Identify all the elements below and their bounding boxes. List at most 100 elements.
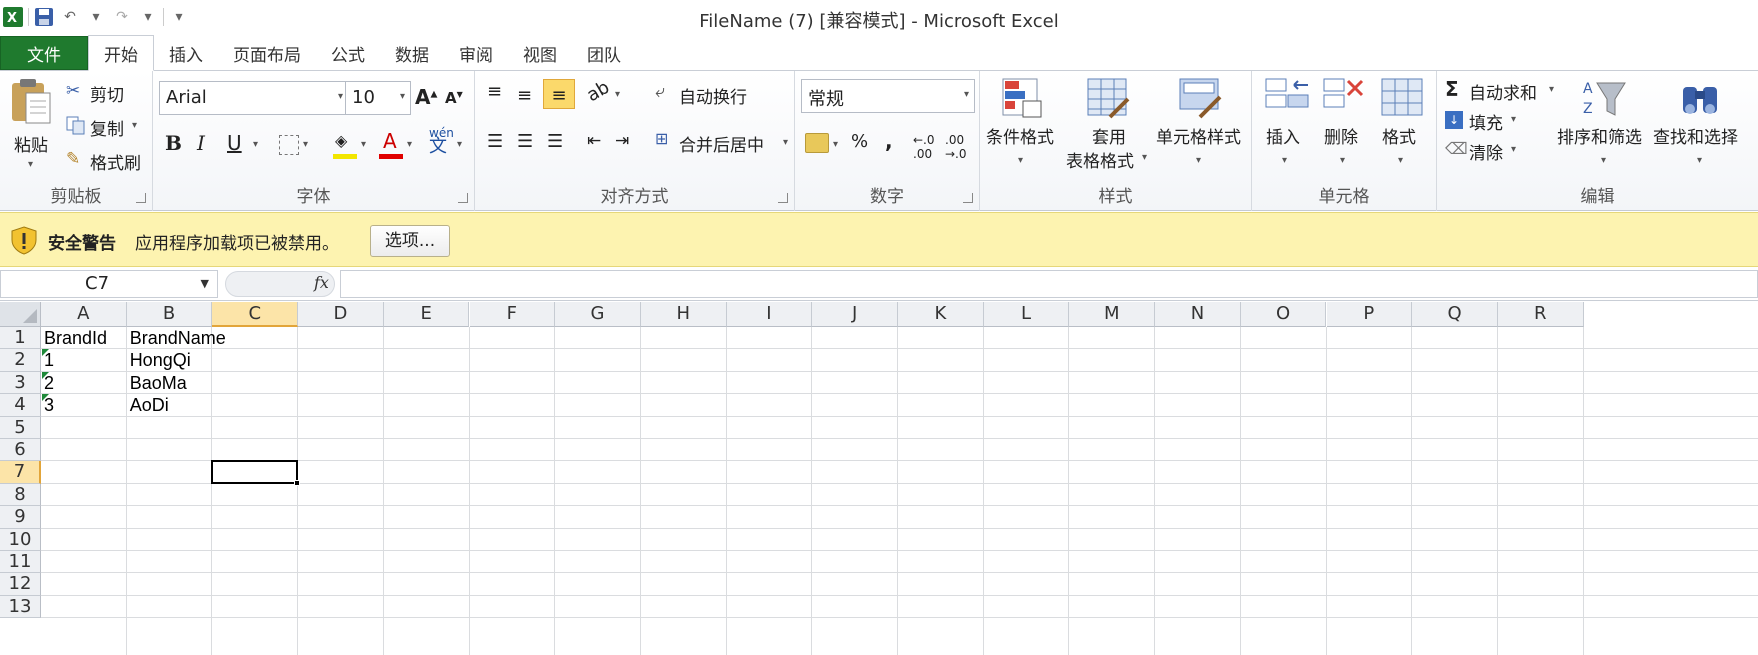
number-format-combo[interactable]: 常规 ▾ [801, 79, 975, 113]
column-header-r[interactable]: R [1497, 302, 1584, 327]
row-header-7[interactable]: 7 [0, 461, 41, 484]
cell-b3[interactable]: BaoMa [128, 372, 187, 394]
autosum-button[interactable]: Σ 自动求和 ▾ [1445, 77, 1557, 104]
insert-function-icon[interactable]: fx [314, 273, 329, 292]
worksheet-grid[interactable]: A B C D E F G H I J K L M N O P Q R 1 2 3 4 5 6 7 8 9 10 11 12 13 Brand… [0, 302, 1758, 655]
row-header-8[interactable]: 8 [0, 483, 41, 507]
sort-filter-button[interactable]: A Z 排序和筛选 ▾ [1557, 75, 1651, 185]
comma-button[interactable]: , [885, 129, 893, 153]
column-header-c[interactable]: C [212, 302, 299, 327]
copy-button[interactable]: 复制 ▾ [66, 115, 148, 140]
clear-button[interactable]: ⌫ 清除 ▾ [1445, 139, 1525, 164]
column-header-j[interactable]: J [812, 302, 898, 327]
align-bottom-icon[interactable]: ≡ [543, 79, 575, 109]
cell-b2[interactable]: HongQi [128, 349, 191, 371]
name-box[interactable]: C7 ▼ [0, 270, 218, 298]
row-header-11[interactable]: 11 [0, 551, 41, 574]
format-as-table-button[interactable]: 套用 表格格式 ▾ [1066, 75, 1152, 185]
security-options-button[interactable]: 选项... [370, 225, 450, 257]
orientation-icon[interactable]: ab [583, 77, 613, 106]
tab-insert[interactable]: 插入 [154, 37, 218, 70]
column-header-l[interactable]: L [983, 302, 1070, 327]
percent-button[interactable]: % [851, 131, 868, 152]
conditional-format-button[interactable]: 条件格式 ▾ [984, 75, 1062, 185]
number-launcher-icon[interactable] [963, 193, 973, 203]
cell-styles-button[interactable]: 单元格样式 ▾ [1152, 75, 1250, 185]
grow-font-icon[interactable]: A▲ [415, 85, 437, 109]
align-middle-icon[interactable]: ≡ [517, 85, 532, 106]
column-header-n[interactable]: N [1155, 302, 1241, 327]
tab-page-layout[interactable]: 页面布局 [218, 37, 316, 70]
row-header-10[interactable]: 10 [0, 528, 41, 551]
align-top-icon[interactable]: ≡ [487, 81, 502, 102]
column-header-d[interactable]: D [298, 302, 384, 327]
column-header-e[interactable]: E [383, 302, 470, 327]
row-header-9[interactable]: 9 [0, 506, 41, 529]
row-header-1[interactable]: 1 [0, 327, 41, 350]
fill-button[interactable]: ↓ 填充 ▾ [1445, 109, 1525, 134]
row-header-5[interactable]: 5 [0, 416, 41, 439]
active-cell-border[interactable] [211, 460, 299, 484]
tab-team[interactable]: 团队 [572, 37, 636, 70]
phonetic-icon[interactable]: wén 文 [429, 127, 454, 156]
column-header-m[interactable]: M [1069, 302, 1156, 327]
alignment-launcher-icon[interactable] [778, 193, 788, 203]
row-header-3[interactable]: 3 [0, 371, 41, 395]
merge-center-button[interactable]: ⊞ 合并后居中 ▾ [655, 129, 795, 157]
column-header-b[interactable]: B [126, 302, 213, 327]
select-all-corner[interactable] [0, 302, 41, 327]
tab-data[interactable]: 数据 [380, 37, 444, 70]
font-name-combo[interactable]: Arial ▾ [159, 81, 349, 115]
column-header-k[interactable]: K [898, 302, 984, 327]
column-header-q[interactable]: Q [1412, 302, 1498, 327]
format-painter-button[interactable]: ✎ 格式刷 [66, 149, 150, 174]
orientation-dropdown-icon[interactable]: ▾ [615, 89, 620, 100]
delete-cells-button[interactable]: 删除 ▾ [1316, 75, 1374, 185]
borders-dropdown-icon[interactable]: ▾ [303, 139, 308, 150]
row-header-4[interactable]: 4 [0, 394, 41, 417]
row-header-13[interactable]: 13 [0, 595, 41, 619]
fill-handle[interactable] [294, 479, 301, 486]
phonetic-dropdown-icon[interactable]: ▾ [457, 139, 462, 150]
underline-button[interactable]: U [227, 131, 242, 155]
font-color-icon[interactable]: A [379, 129, 405, 159]
shrink-font-icon[interactable]: A▼ [445, 89, 463, 107]
format-cells-button[interactable]: 格式 ▾ [1374, 75, 1432, 185]
column-header-a[interactable]: A [41, 302, 127, 327]
column-header-f[interactable]: F [469, 302, 556, 327]
tab-file[interactable]: 文件 [0, 36, 88, 70]
cell-a1[interactable]: BrandId [42, 327, 107, 349]
cell-b4[interactable]: AoDi [128, 394, 169, 416]
column-header-o[interactable]: O [1240, 302, 1327, 327]
cut-button[interactable]: ✂ 剪切 [66, 81, 146, 106]
align-right-icon[interactable]: ☰ [547, 131, 563, 152]
decrease-decimal-icon[interactable]: .00 →.0 [945, 133, 967, 161]
fill-color-dropdown-icon[interactable]: ▾ [361, 139, 366, 150]
row-header-6[interactable]: 6 [0, 439, 41, 462]
column-header-p[interactable]: P [1326, 302, 1413, 327]
column-header-h[interactable]: H [640, 302, 727, 327]
italic-button[interactable]: I [197, 131, 205, 155]
cell-b1[interactable]: BrandName [128, 327, 226, 349]
find-select-button[interactable]: 查找和选择 ▾ [1653, 75, 1753, 185]
paste-button[interactable]: 粘贴 ▾ [6, 75, 58, 185]
currency-dropdown-icon[interactable]: ▾ [833, 139, 838, 150]
font-color-dropdown-icon[interactable]: ▾ [407, 139, 412, 150]
decrease-indent-icon[interactable]: ⇤ [587, 131, 601, 151]
borders-icon[interactable] [279, 135, 299, 155]
formula-input[interactable] [340, 270, 1758, 298]
underline-dropdown-icon[interactable]: ▾ [253, 139, 258, 150]
row-header-2[interactable]: 2 [0, 349, 41, 372]
column-header-g[interactable]: G [555, 302, 641, 327]
wrap-text-button[interactable]: ⤶ 自动换行 [655, 81, 787, 109]
tab-review[interactable]: 审阅 [444, 37, 508, 70]
clipboard-launcher-icon[interactable] [136, 193, 146, 203]
increase-indent-icon[interactable]: ⇥ [615, 131, 629, 151]
row-header-12[interactable]: 12 [0, 573, 41, 596]
align-left-icon[interactable]: ☰ [487, 131, 503, 152]
insert-cells-button[interactable]: 插入 ▾ [1258, 75, 1316, 185]
tab-home[interactable]: 开始 [88, 35, 154, 71]
increase-decimal-icon[interactable]: ←.0.00 [913, 133, 935, 161]
fill-color-icon[interactable]: ◈ [333, 131, 357, 159]
tab-formulas[interactable]: 公式 [316, 37, 380, 70]
